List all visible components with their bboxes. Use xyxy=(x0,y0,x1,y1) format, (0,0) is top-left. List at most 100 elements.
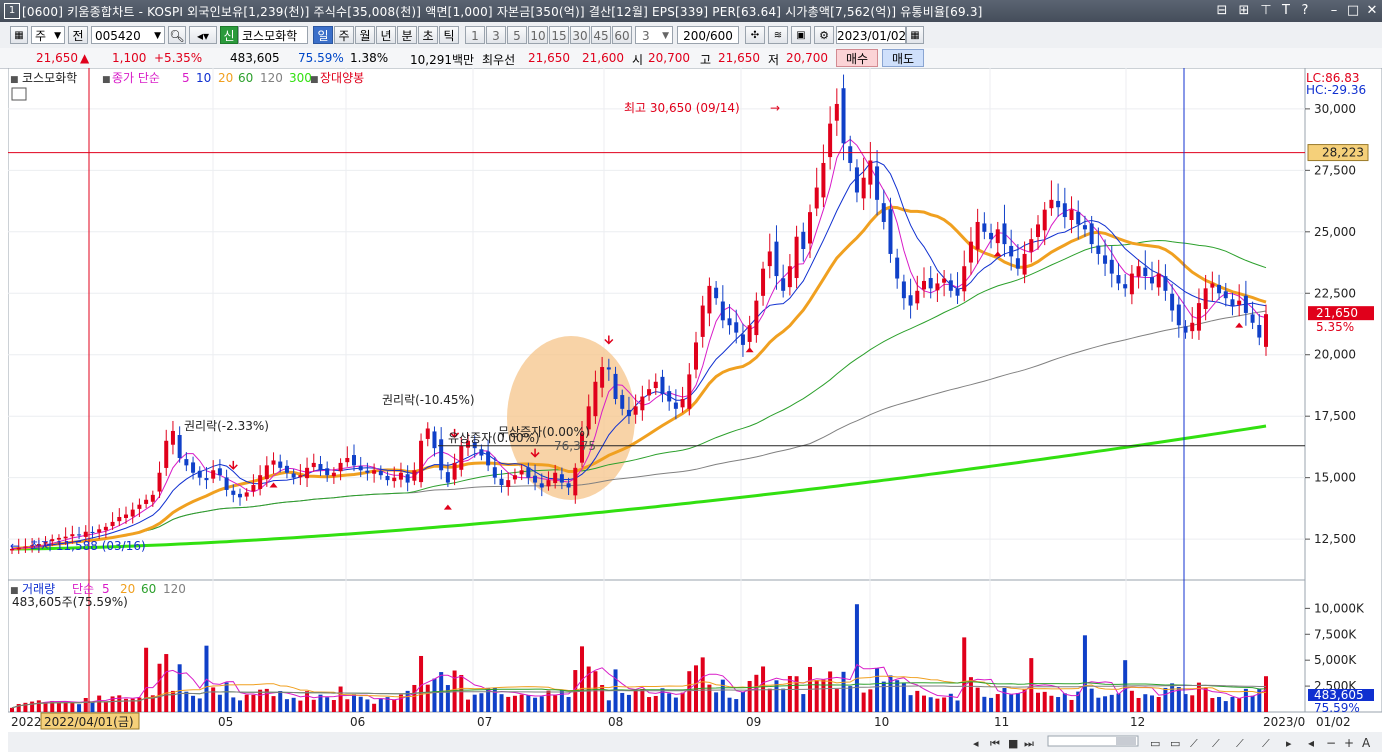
candle-body xyxy=(338,462,343,472)
volume-bar xyxy=(935,698,940,712)
volume-bar xyxy=(1049,695,1054,712)
candle-body xyxy=(1129,273,1134,295)
font-size-icon[interactable]: A xyxy=(1362,736,1371,750)
draw-icon-3[interactable]: ⟋ xyxy=(1236,737,1244,750)
open-price: 20,700 xyxy=(648,51,690,65)
low-label: 저 xyxy=(768,53,780,67)
volume-bar xyxy=(928,697,933,712)
table-icon[interactable] xyxy=(11,87,27,101)
interval-custom-select[interactable]: 3 ▼ xyxy=(635,26,673,44)
calendar-icon[interactable]: ▦ xyxy=(906,26,924,44)
candle-body xyxy=(351,455,357,466)
buy-button[interactable]: 매수 xyxy=(836,49,878,67)
zoom-in-icon[interactable]: + xyxy=(1344,736,1354,750)
interval-1[interactable]: 1 xyxy=(465,26,485,44)
volume-bar xyxy=(848,686,853,712)
interval-10[interactable]: 10 xyxy=(528,26,548,44)
scroll-right-icon[interactable]: ▸ xyxy=(1286,737,1292,750)
period-select[interactable]: 주 ▼ xyxy=(31,26,65,44)
tab-month[interactable]: 월 xyxy=(355,26,375,44)
interval-3[interactable]: 3 xyxy=(486,26,506,44)
candle-body xyxy=(1069,209,1074,221)
candle-body xyxy=(673,402,678,409)
volume-bar xyxy=(667,693,672,712)
volume-bar xyxy=(673,697,678,712)
window-title: [0600] 키움종합차트 - KOSPI 외국인보유[1,239(천)] 주식… xyxy=(22,5,983,19)
candle-body xyxy=(1049,199,1054,209)
chart-type-icon[interactable]: ≋ xyxy=(768,26,788,44)
volume-bar xyxy=(1230,697,1235,712)
stock-code-input[interactable]: 005420 ▼ xyxy=(91,26,165,44)
scroll-left-icon[interactable]: ◂ xyxy=(973,737,979,750)
interval-15[interactable]: 15 xyxy=(549,26,569,44)
volume-bar xyxy=(854,604,859,712)
zoom-icon-2[interactable]: ▭ xyxy=(1170,737,1180,750)
volume-bar xyxy=(680,692,685,712)
date-input[interactable]: 2023/01/02 xyxy=(836,26,906,44)
volume-bar xyxy=(955,700,960,712)
interval-30[interactable]: 30 xyxy=(570,26,590,44)
candle-body xyxy=(170,430,175,445)
candle-body xyxy=(137,504,142,509)
tool-icon-1[interactable]: ✣ xyxy=(745,26,765,44)
volume-bar xyxy=(459,674,464,712)
tab-year[interactable]: 년 xyxy=(376,26,396,44)
volume-bar xyxy=(539,696,544,712)
candle-body xyxy=(1029,239,1034,252)
pin-icon[interactable]: ⊤ xyxy=(1258,3,1274,19)
candle-body xyxy=(117,516,122,522)
volume-bar xyxy=(1109,694,1114,712)
candle-body xyxy=(875,166,880,200)
x-axis: 2022 2022/04/01(금) 2023/0 01/02 xyxy=(11,712,1351,730)
candle-body xyxy=(1123,284,1128,289)
zoom-icon-1[interactable]: ▭ xyxy=(1150,737,1160,750)
interval-60[interactable]: 60 xyxy=(612,26,632,44)
scroll-thumb[interactable] xyxy=(1116,737,1136,745)
stop-icon[interactable]: ■ xyxy=(1008,737,1018,750)
grid-icon[interactable]: ▦ xyxy=(10,26,28,44)
candle-body xyxy=(512,475,517,480)
sell-button[interactable]: 매도 xyxy=(882,49,924,67)
prev-button[interactable]: 전 xyxy=(68,26,88,44)
gear-icon[interactable]: ⚙ xyxy=(814,26,834,44)
count-input[interactable]: 200/600 xyxy=(677,26,739,44)
x-end-label-1: 2023/0 xyxy=(1263,715,1305,729)
sound-icon[interactable]: ◂▾ xyxy=(189,26,217,44)
interval-5[interactable]: 5 xyxy=(507,26,527,44)
tab-week[interactable]: 주 xyxy=(334,26,354,44)
tab-minute[interactable]: 분 xyxy=(397,26,417,44)
prev-icon[interactable]: ◂ xyxy=(1308,736,1314,750)
close-icon[interactable]: ✕ xyxy=(1364,3,1380,19)
zoom-out-icon[interactable]: − xyxy=(1326,736,1336,750)
volume-panel xyxy=(8,579,1306,713)
window-icon-1[interactable]: ⊟ xyxy=(1214,3,1230,19)
candle-body xyxy=(432,431,437,449)
candle-body xyxy=(1257,324,1262,338)
volume-bar xyxy=(647,697,652,712)
first-icon[interactable]: ⏮ xyxy=(990,737,1000,750)
help-icon[interactable]: ? xyxy=(1297,3,1313,19)
candle-body xyxy=(325,468,330,476)
candle-body xyxy=(392,477,397,482)
tab-second[interactable]: 초 xyxy=(418,26,438,44)
save-icon[interactable]: ▣ xyxy=(791,26,811,44)
tab-tick[interactable]: 틱 xyxy=(439,26,459,44)
search-icon[interactable]: 🔍︎ xyxy=(168,26,186,44)
minimize-icon[interactable]: – xyxy=(1326,3,1342,19)
x-month-labels: 05 06 07 08 09 10 11 12 xyxy=(218,715,1145,729)
draw-icon-1[interactable]: ⟋ xyxy=(1190,737,1198,750)
volume-bar xyxy=(1210,698,1215,712)
tab-day[interactable]: 일 xyxy=(313,26,333,44)
draw-icon-4[interactable]: ⟋ xyxy=(1262,737,1270,750)
candle-body xyxy=(989,232,994,240)
window-icon-2[interactable]: ⊞ xyxy=(1236,3,1252,19)
volume-bar xyxy=(533,697,538,712)
volume-bar xyxy=(331,700,336,712)
stock-chart[interactable]: 12,500 15,000 17,500 20,000 22,500 25,000 27,5… xyxy=(8,68,1382,752)
maximize-icon[interactable]: □ xyxy=(1345,3,1361,19)
last-icon[interactable]: ⏭ xyxy=(1024,737,1034,750)
draw-icon-2[interactable]: ⟋ xyxy=(1212,737,1220,750)
interval-45[interactable]: 45 xyxy=(591,26,611,44)
text-icon[interactable]: T xyxy=(1278,3,1294,19)
candle-body xyxy=(224,477,229,490)
